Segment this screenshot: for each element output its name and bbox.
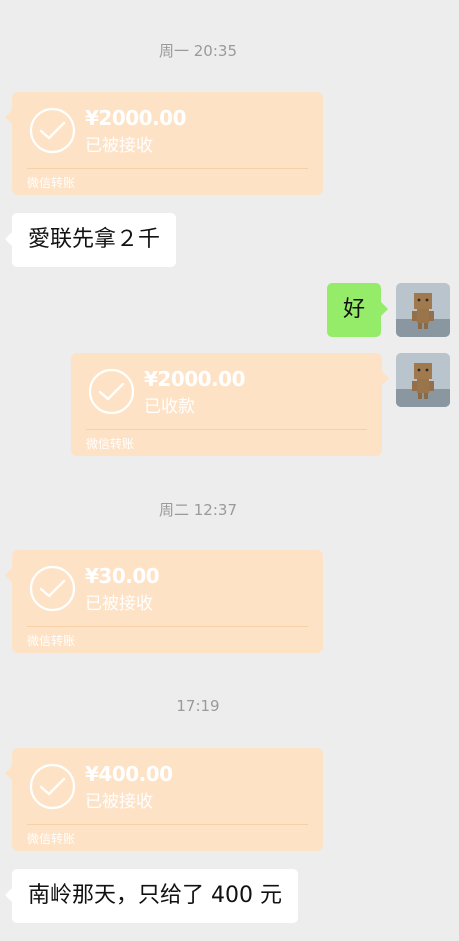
cardboard-robot-avatar-icon xyxy=(396,353,450,407)
transfer-amount: ¥2000.00 xyxy=(85,106,187,130)
cardboard-robot-avatar-icon xyxy=(396,283,450,337)
divider xyxy=(27,824,308,825)
transfer-card[interactable]: ¥2000.00 已收款 微信转账 xyxy=(71,353,389,456)
transfer-footer: 微信转账 xyxy=(86,437,135,451)
timestamp: 周一 20:35 xyxy=(159,42,237,60)
transfer-card[interactable]: ¥2000.00 已被接收 微信转账 xyxy=(5,92,323,195)
transfer-footer: 微信转账 xyxy=(27,634,76,648)
transfer-amount: ¥400.00 xyxy=(85,762,173,786)
transfer-amount: ¥2000.00 xyxy=(144,367,246,391)
transfer-footer: 微信转账 xyxy=(27,176,76,190)
transfer-footer: 微信转账 xyxy=(27,832,76,846)
timestamp: 周二 12:37 xyxy=(159,501,237,519)
check-circle-icon xyxy=(88,368,135,415)
divider xyxy=(27,168,308,169)
timestamp: 17:19 xyxy=(176,697,220,715)
transfer-status: 已收款 xyxy=(144,397,195,417)
transfer-status: 已被接收 xyxy=(85,136,153,156)
transfer-status: 已被接收 xyxy=(85,594,153,614)
check-circle-icon xyxy=(29,107,76,154)
divider xyxy=(27,626,308,627)
check-circle-icon xyxy=(29,763,76,810)
transfer-card[interactable]: ¥30.00 已被接收 微信转账 xyxy=(5,550,323,653)
check-circle-icon xyxy=(29,565,76,612)
message-bubble-sent[interactable]: 好 xyxy=(327,283,389,337)
transfer-card[interactable]: ¥400.00 已被接收 微信转账 xyxy=(5,748,323,851)
avatar[interactable] xyxy=(396,353,450,407)
divider xyxy=(86,429,367,430)
message-bubble[interactable]: 愛联先拿２千 xyxy=(4,213,177,267)
avatar[interactable] xyxy=(396,283,450,337)
message-bubble[interactable]: 南岭那天，只给了 400 元 xyxy=(5,869,298,923)
transfer-amount: ¥30.00 xyxy=(85,564,160,588)
transfer-status: 已被接收 xyxy=(85,792,153,812)
